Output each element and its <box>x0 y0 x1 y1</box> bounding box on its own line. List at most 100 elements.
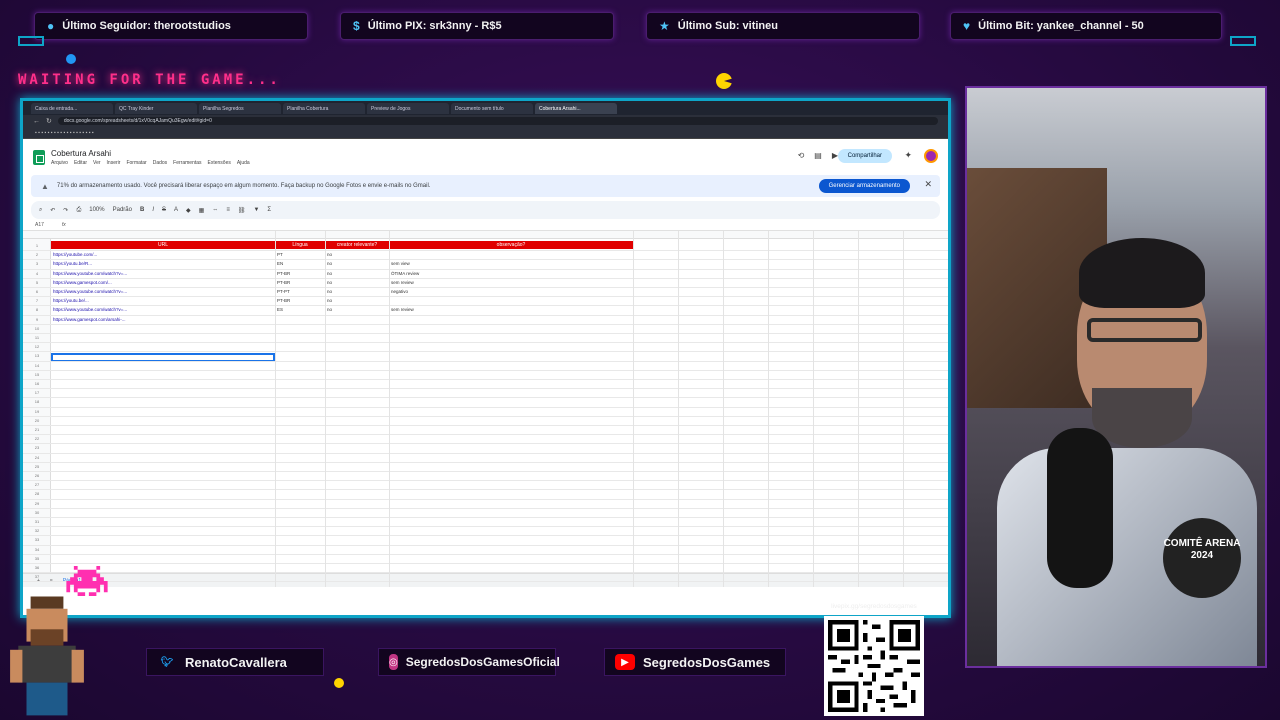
cell-obs[interactable]: sem review <box>391 307 631 312</box>
browser-tab[interactable]: Documento sem título <box>451 102 533 114</box>
cell-url[interactable]: https://youtu.be/... <box>53 298 273 303</box>
row-number[interactable]: 17 <box>23 390 51 395</box>
menu-item[interactable]: Editar <box>74 160 87 166</box>
browser-tab[interactable]: QC Tray Kinder <box>115 102 197 114</box>
cell-lingua[interactable]: PT-PT <box>277 289 323 294</box>
row-number[interactable]: 3 <box>23 261 51 266</box>
avatar[interactable] <box>924 149 938 163</box>
print-icon[interactable]: ⎙ <box>76 207 81 214</box>
menu-item[interactable]: Ajuda <box>237 160 250 166</box>
row-number[interactable]: 25 <box>23 464 51 469</box>
row-number[interactable]: 23 <box>23 445 51 450</box>
row-number[interactable]: 4 <box>23 271 51 276</box>
cell-obs[interactable]: ÓTIMA review <box>391 271 631 276</box>
cell-lingua[interactable]: PT-BR <box>277 280 323 285</box>
filter-icon[interactable]: ▼ <box>253 207 259 213</box>
italic-icon[interactable]: I <box>152 207 154 213</box>
row-number[interactable]: 10 <box>23 326 51 331</box>
row-number[interactable]: 30 <box>23 510 51 515</box>
cell-url[interactable]: https://youtube.com/... <box>53 252 273 257</box>
row-number[interactable]: 36 <box>23 565 51 570</box>
bold-icon[interactable]: B <box>140 207 144 213</box>
cell-obs[interactable]: sem view <box>391 261 631 266</box>
menu-item[interactable]: Arquivo <box>51 160 68 166</box>
cell-url[interactable]: https://www.youtube.com/watch?v=... <box>53 289 273 294</box>
row-number[interactable]: 33 <box>23 537 51 542</box>
manage-storage-button[interactable]: Gerenciar armazenamento <box>818 179 910 193</box>
social-instagram[interactable]: ◎ SegredosDosGamesOficial <box>378 648 560 676</box>
cell-lingua[interactable]: ES <box>277 307 323 312</box>
merge-icon[interactable]: ⇔ <box>212 207 218 213</box>
row-number[interactable]: 29 <box>23 501 51 506</box>
cell-creator[interactable]: no <box>327 280 387 285</box>
search-icon[interactable]: ⌕ <box>39 207 42 214</box>
row-number[interactable]: 32 <box>23 528 51 533</box>
row-number[interactable]: 20 <box>23 418 51 423</box>
menu-item[interactable]: Extensões <box>208 160 231 166</box>
row-number[interactable]: 9 <box>23 317 51 322</box>
row-number[interactable]: 15 <box>23 372 51 377</box>
row-number[interactable]: 21 <box>23 427 51 432</box>
menu-item[interactable]: Inserir <box>107 160 121 166</box>
browser-tab[interactable]: Planilha Cobertura <box>283 102 365 114</box>
cell-creator[interactable]: no <box>327 307 387 312</box>
row-number[interactable]: 14 <box>23 363 51 368</box>
row-number[interactable]: 6 <box>23 289 51 294</box>
name-box[interactable]: A17 <box>35 222 44 228</box>
undo-icon[interactable]: ↶ <box>50 207 55 214</box>
cell-obs[interactable]: sem review <box>391 280 631 285</box>
browser-tab-active[interactable]: Cobertura Arsahi... <box>535 102 617 114</box>
row-number[interactable]: 31 <box>23 519 51 524</box>
header-creator[interactable]: creator relevante? <box>325 241 389 249</box>
cell-url[interactable]: https://www.youtube.com/watch?v=... <box>53 271 273 276</box>
browser-tab[interactable]: Preview de Jogos <box>367 102 449 114</box>
social-twitter[interactable]: 🐦︎ RenatoCavallera <box>146 648 324 676</box>
text-color-icon[interactable]: A <box>174 207 178 213</box>
back-icon[interactable]: ← <box>33 118 40 125</box>
strikethrough-icon[interactable]: S <box>162 207 166 213</box>
cell-creator[interactable]: no <box>327 261 387 266</box>
doc-title[interactable]: Cobertura Arsahi <box>51 149 250 158</box>
row-number[interactable]: 18 <box>23 399 51 404</box>
row-number[interactable]: 8 <box>23 307 51 312</box>
row-number[interactable]: 7 <box>23 298 51 303</box>
social-youtube[interactable]: ▶ SegredosDosGames <box>604 648 786 676</box>
row-number[interactable]: 24 <box>23 455 51 460</box>
zoom-select[interactable]: 100% <box>89 207 104 213</box>
row-number[interactable]: 13 <box>23 353 51 358</box>
borders-icon[interactable]: ▦ <box>199 207 205 214</box>
gemini-icon[interactable]: ✦ <box>904 150 912 161</box>
row-number[interactable]: 2 <box>23 252 51 257</box>
fill-color-icon[interactable]: ◆ <box>186 207 191 214</box>
menu-item[interactable]: Ver <box>93 160 101 166</box>
comment-icon[interactable]: ▤ <box>814 151 822 160</box>
header-lingua[interactable]: Língua <box>275 241 325 249</box>
function-icon[interactable]: Σ <box>267 207 271 213</box>
row-number[interactable]: 28 <box>23 491 51 496</box>
cell-creator[interactable]: no <box>327 252 387 257</box>
browser-tab[interactable]: Planilha Segredos <box>199 102 281 114</box>
cell-lingua[interactable]: PT-BR <box>277 271 323 276</box>
cell-creator[interactable]: no <box>327 298 387 303</box>
share-button[interactable]: Compartilhar <box>837 149 892 163</box>
reload-icon[interactable]: ↻ <box>46 117 52 125</box>
browser-tab[interactable]: Caixa de entrada... <box>31 102 113 114</box>
align-icon[interactable]: ≡ <box>226 207 230 213</box>
row-number[interactable]: 34 <box>23 547 51 552</box>
link-icon[interactable]: ⛓ <box>238 207 246 214</box>
row-number[interactable]: 37 <box>23 574 51 579</box>
header-url[interactable]: URL <box>51 241 275 249</box>
menu-item[interactable]: Ferramentas <box>173 160 201 166</box>
qr-code[interactable] <box>824 616 924 716</box>
history-icon[interactable]: ⟲ <box>798 151 805 160</box>
row-number[interactable]: 12 <box>23 344 51 349</box>
cell-creator[interactable]: no <box>327 289 387 294</box>
cell-url[interactable]: https://youtu.be/R... <box>53 261 273 266</box>
row-number[interactable]: 1 <box>23 243 51 248</box>
cell-lingua[interactable]: PT <box>277 252 323 257</box>
row-number[interactable]: 27 <box>23 482 51 487</box>
menu-item[interactable]: Formatar <box>126 160 146 166</box>
row-number[interactable]: 16 <box>23 381 51 386</box>
cell-lingua[interactable]: EN <box>277 261 323 266</box>
cell-obs[interactable]: negativo <box>391 289 631 294</box>
